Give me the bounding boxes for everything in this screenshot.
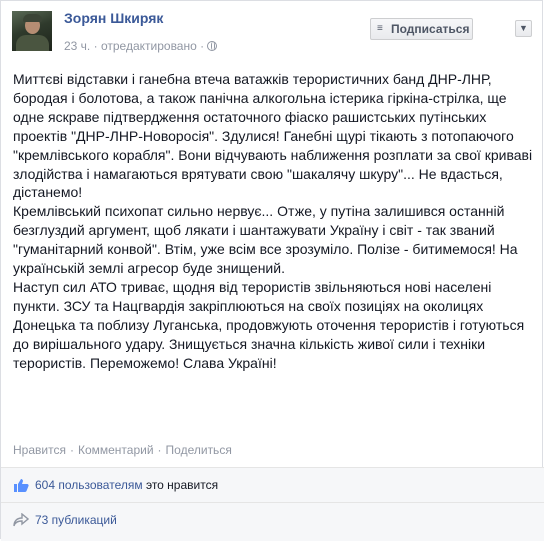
like-link[interactable]: Нравится <box>13 443 66 457</box>
subscribe-label: Подписаться <box>391 22 470 36</box>
globe-icon[interactable] <box>207 40 218 51</box>
post-meta: 23 ч. · отредактировано · <box>64 38 218 53</box>
shares-summary: 73 публикаций <box>13 512 117 527</box>
thumbs-up-icon <box>13 478 29 492</box>
post-header: Зорян Шкиряк 23 ч. · отредактировано · ≡… <box>1 1 544 71</box>
shares-count[interactable]: 73 публикаций <box>35 513 117 527</box>
edited-label[interactable]: отредактировано <box>101 39 197 53</box>
avatar[interactable] <box>12 11 52 51</box>
post-paragraph: Миттєві відставки і ганебна втеча ватажк… <box>13 71 533 201</box>
chevron-down-icon[interactable]: ▼ <box>515 20 532 37</box>
subscribe-button[interactable]: ≡ Подписаться <box>370 18 473 40</box>
meta-separator-2: · <box>200 38 205 53</box>
post-paragraph: Наступ сил АТО триває, щодня від терорис… <box>13 278 525 371</box>
author-name[interactable]: Зорян Шкиряк <box>64 10 163 26</box>
likes-count[interactable]: 604 пользователям <box>35 478 143 492</box>
likes-suffix: это нравится <box>145 478 219 492</box>
post-time[interactable]: 23 ч. <box>64 39 90 53</box>
share-link[interactable]: Поделиться <box>166 443 232 457</box>
divider <box>1 502 544 503</box>
post-paragraph: Кремлівський психопат сильно нервує... О… <box>13 203 518 277</box>
share-arrow-icon <box>13 512 30 527</box>
action-separator: · <box>157 443 162 457</box>
rss-icon: ≡ <box>377 23 383 34</box>
comment-link[interactable]: Комментарий <box>78 443 154 457</box>
post-actions: Нравится · Комментарий · Поделиться <box>13 443 232 457</box>
feedback-area: 604 пользователям это нравится 73 публик… <box>1 467 544 541</box>
meta-separator: · <box>93 38 98 53</box>
post-card: Зорян Шкиряк 23 ч. · отредактировано · ≡… <box>0 0 544 541</box>
action-separator: · <box>69 443 74 457</box>
likes-summary: 604 пользователям это нравится <box>13 478 218 492</box>
post-text: Миттєві відставки і ганебна втеча ватажк… <box>13 70 533 373</box>
